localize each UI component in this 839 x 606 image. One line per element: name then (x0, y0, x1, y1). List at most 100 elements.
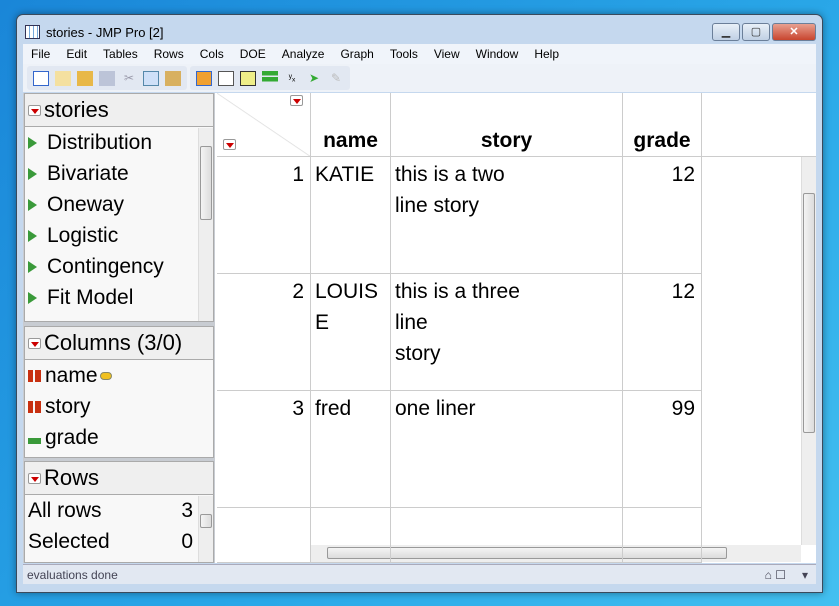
row-number[interactable]: 1 (217, 157, 311, 274)
cell-story[interactable]: this is a two line story (391, 157, 623, 274)
cell-grade[interactable]: 12 (623, 274, 702, 391)
toolbar: ✂ ʸₓ ➤ ✎ (23, 64, 816, 92)
scripts-scrollbar[interactable] (198, 128, 213, 321)
minimize-button[interactable]: ▁ (712, 23, 740, 41)
dropdown-icon[interactable]: ▾ (802, 565, 808, 585)
cell-name[interactable]: LOUIS E (311, 274, 391, 391)
label-tag-icon (99, 371, 112, 380)
red-triangle-menu-icon[interactable] (28, 337, 41, 349)
fit-model-icon[interactable]: ➤ (306, 71, 322, 86)
row-number-empty[interactable] (217, 508, 311, 563)
script-item[interactable]: Fit Model (25, 282, 213, 313)
column-header-story[interactable]: story (391, 93, 623, 157)
run-script-icon (28, 136, 37, 149)
column-header-name[interactable]: name (311, 93, 391, 157)
menu-help[interactable]: Help (526, 47, 567, 61)
row-number[interactable]: 2 (217, 274, 311, 391)
maximize-button[interactable]: ▢ (742, 23, 770, 41)
cell-story[interactable]: this is a three line story (391, 274, 623, 391)
new-data-table-icon[interactable] (33, 70, 49, 86)
row-number[interactable]: 3 (217, 391, 311, 508)
red-triangle-menu-icon[interactable] (28, 104, 41, 116)
cell-line: E (315, 311, 330, 334)
menu-analyze[interactable]: Analyze (274, 47, 333, 61)
status-bar: evaluations done ⌂ ☐ ▾ (23, 564, 816, 584)
column-header-grade[interactable]: grade (623, 93, 702, 157)
cell-name[interactable]: fred (311, 391, 391, 508)
cell-name[interactable]: KATIE (311, 157, 391, 274)
open-icon[interactable] (77, 70, 93, 86)
menu-view[interactable]: View (426, 47, 468, 61)
script-item[interactable]: Bivariate (25, 158, 213, 189)
script-item[interactable]: Logistic (25, 220, 213, 251)
menu-tables[interactable]: Tables (95, 47, 146, 61)
cell-grade[interactable]: 12 (623, 157, 702, 274)
table-icon[interactable] (218, 70, 234, 86)
window-title: stories - JMP Pro [2] (46, 24, 164, 40)
cell-empty[interactable] (311, 508, 391, 563)
menu-doe[interactable]: DOE (232, 47, 274, 61)
fit-y-by-x-icon[interactable]: ʸₓ (284, 71, 300, 86)
menu-edit[interactable]: Edit (58, 47, 95, 61)
script-item[interactable]: Distribution (25, 127, 213, 158)
menu-tools[interactable]: Tools (382, 47, 426, 61)
cut-icon[interactable]: ✂ (121, 71, 137, 86)
title-bar: stories - JMP Pro [2] (25, 21, 164, 43)
menu-file[interactable]: File (23, 47, 58, 61)
table-name: stories (44, 97, 109, 122)
rows-panel: Rows All rows 3 Selected 0 (24, 461, 214, 563)
script-item[interactable]: Contingency (25, 251, 213, 282)
close-button[interactable]: ✕ (772, 23, 816, 41)
menu-graph[interactable]: Graph (332, 47, 381, 61)
column-name: grade (45, 425, 99, 449)
rows-count: 0 (181, 529, 193, 553)
cell-grade[interactable]: 99 (623, 391, 702, 508)
columns-title: Columns (3/0) (44, 330, 183, 355)
cell-story[interactable]: one liner (391, 391, 623, 508)
red-triangle-menu-icon[interactable] (28, 472, 41, 484)
menu-cols[interactable]: Cols (192, 47, 232, 61)
rows-all: All rows 3 (25, 495, 213, 526)
column-item[interactable]: grade (25, 422, 213, 453)
corner-cell[interactable] (217, 93, 311, 157)
columns-red-triangle-icon[interactable] (290, 95, 303, 106)
left-panels: stories Distribution Bivariate Oneway Lo… (23, 93, 215, 563)
cell-line: one liner (395, 397, 476, 420)
cell-line: story (395, 342, 441, 365)
script-label: Contingency (47, 254, 164, 278)
menu-rows[interactable]: Rows (146, 47, 192, 61)
copy-icon[interactable] (143, 70, 159, 86)
distribution-icon[interactable] (262, 70, 278, 86)
column-name: name (45, 363, 98, 387)
nominal-icon (28, 400, 41, 413)
script-item[interactable]: Oneway (25, 189, 213, 220)
column-item[interactable]: name (25, 360, 213, 391)
grid-vertical-scrollbar[interactable] (801, 157, 816, 545)
cell-line: this is a two (395, 163, 505, 186)
menu-bar: File Edit Tables Rows Cols DOE Analyze G… (23, 44, 816, 64)
save-icon[interactable] (99, 70, 115, 86)
grid-icon[interactable] (240, 70, 256, 86)
script-label: Oneway (47, 192, 125, 216)
run-script-icon (28, 198, 37, 211)
column-item[interactable]: story (25, 391, 213, 422)
new-script-icon[interactable] (55, 70, 71, 86)
rows-red-triangle-icon[interactable] (223, 139, 236, 150)
nominal-icon (28, 369, 41, 382)
menu-window[interactable]: Window (468, 47, 527, 61)
run-script-icon (28, 260, 37, 273)
rows-title: Rows (44, 465, 100, 490)
jmp-table-icon (25, 25, 40, 39)
edit-icon[interactable]: ✎ (328, 71, 344, 86)
data-table-icon[interactable] (196, 70, 212, 86)
cell-empty[interactable] (391, 508, 623, 563)
rows-label: Selected (28, 529, 110, 553)
home-icon[interactable]: ⌂ ☐ (765, 565, 786, 585)
script-label: Fit Model (47, 285, 134, 309)
cell-line: LOUIS (315, 280, 379, 303)
cell-line: line story (395, 194, 480, 217)
cell-empty[interactable] (623, 508, 702, 563)
cell-line: this is a three (395, 280, 520, 303)
paste-icon[interactable] (165, 70, 181, 86)
rows-scrollbar[interactable] (198, 496, 213, 562)
